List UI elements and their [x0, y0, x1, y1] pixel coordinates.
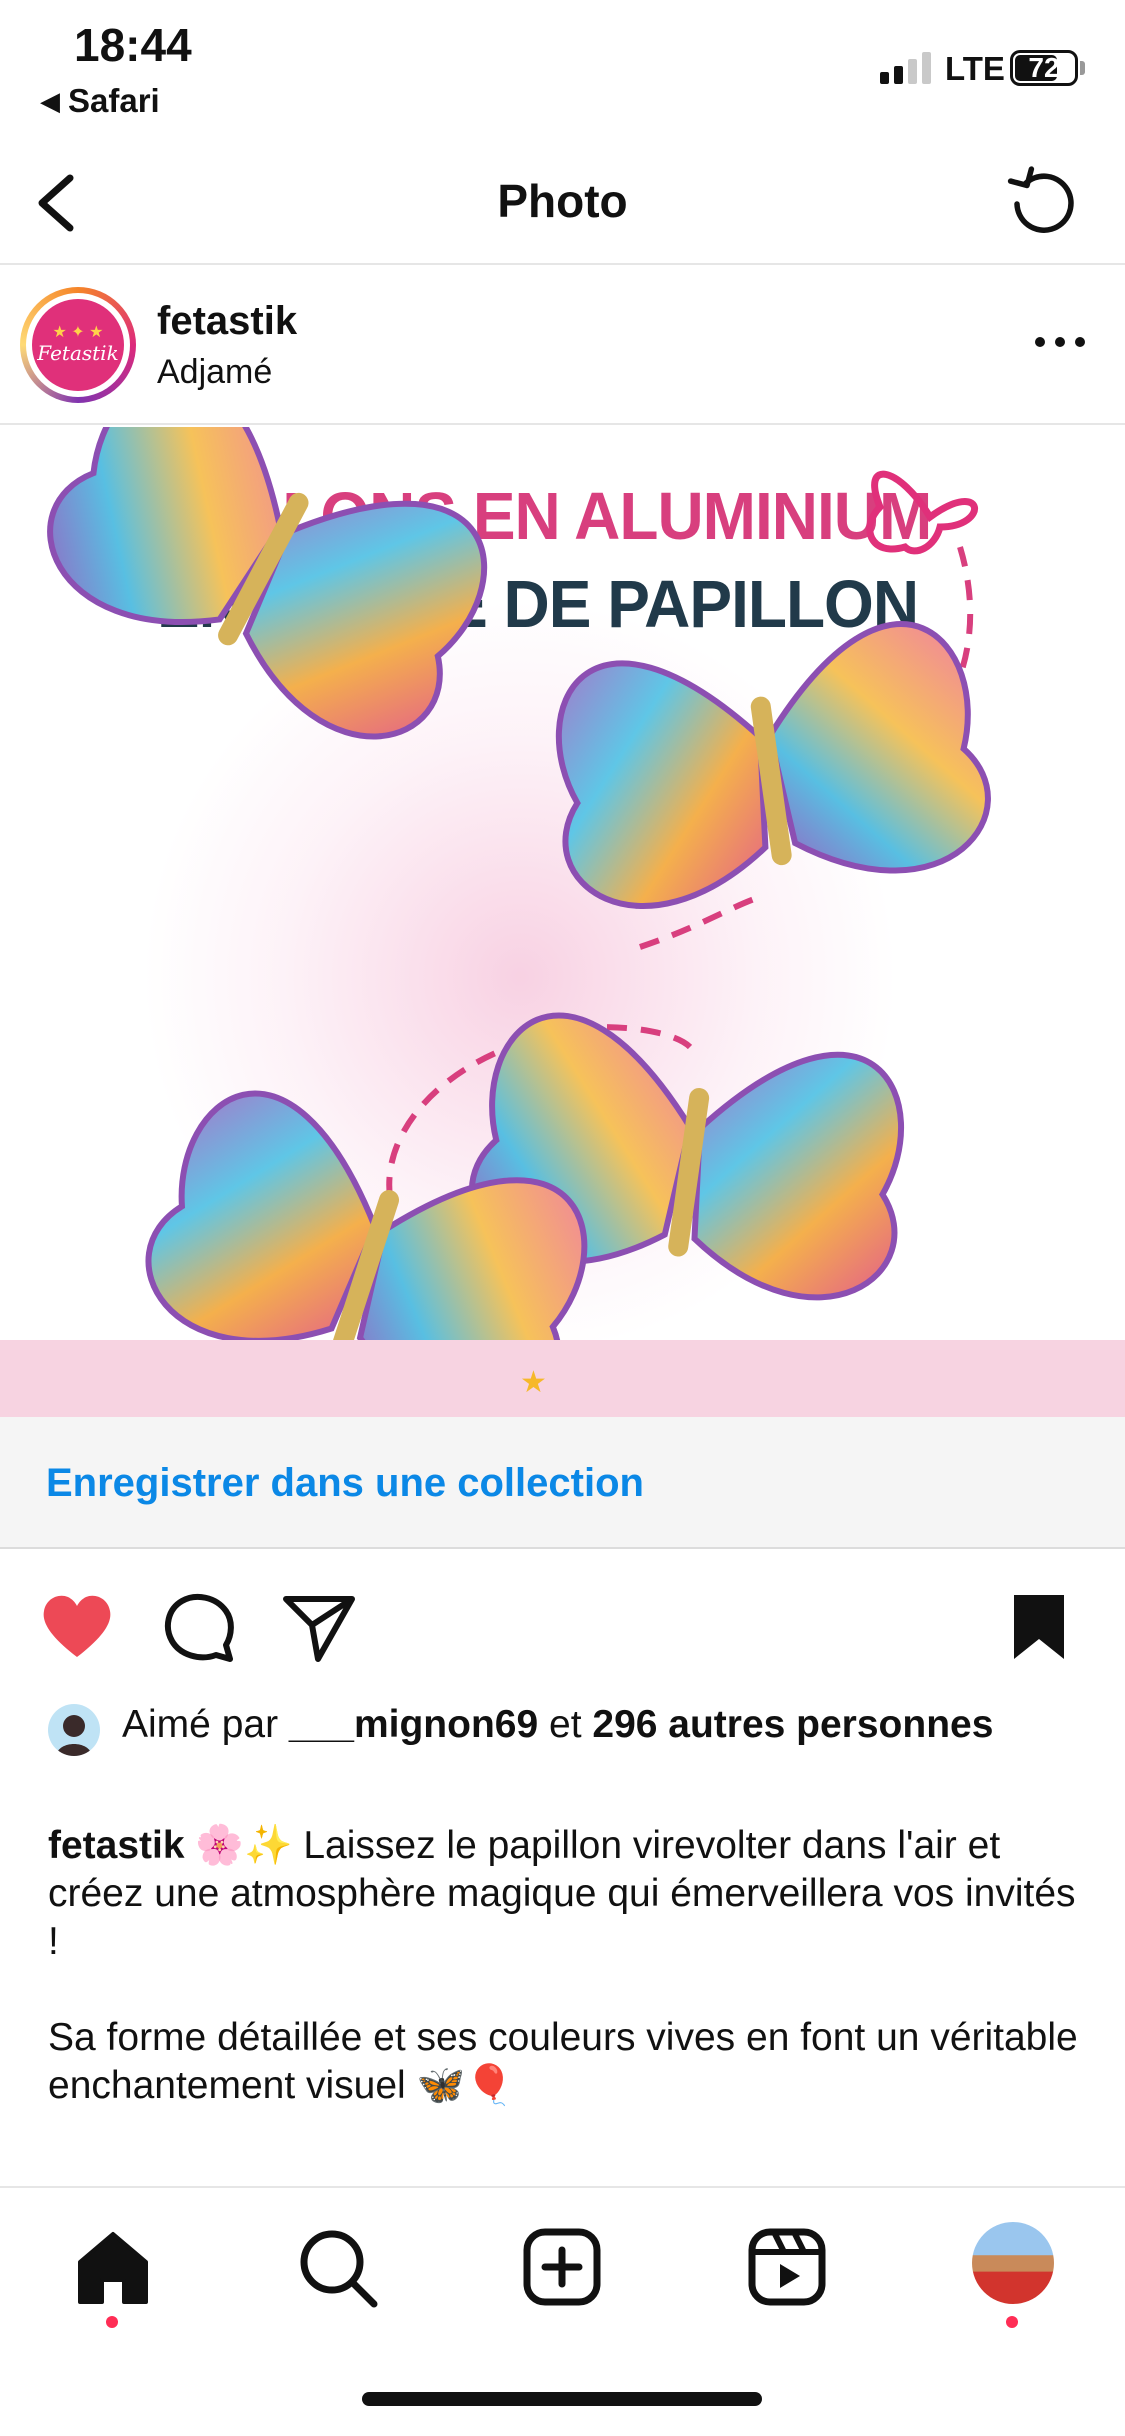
- caption-username[interactable]: fetastik: [48, 1824, 185, 1867]
- post-actions: [0, 1551, 1125, 1691]
- comment-icon[interactable]: [160, 1589, 238, 1667]
- likes-middle: et: [538, 1703, 593, 1746]
- liker-username[interactable]: ___mignon69: [289, 1703, 538, 1746]
- avatar[interactable]: ★ ✦ ★ Fetastik: [20, 287, 136, 403]
- home-icon[interactable]: [68, 2222, 158, 2312]
- post-username[interactable]: fetastik: [157, 299, 297, 344]
- collection-bar: Enregistrer dans une collection: [0, 1417, 1125, 1549]
- stars-icon: ★: [520, 1366, 547, 1399]
- profile-notification-dot: [1006, 2316, 1018, 2328]
- send-icon[interactable]: [280, 1589, 358, 1667]
- bookmark-filled-icon[interactable]: [1000, 1589, 1078, 1667]
- butterfly-balloon-2: [555, 621, 991, 909]
- nav-bar: Photo: [0, 140, 1125, 265]
- battery-cap: [1080, 61, 1085, 75]
- logo-stars-icon: ★ ✦ ★: [52, 324, 104, 341]
- caption-text-1: 🌸✨ Laissez le papillon virevolter dans l…: [48, 1824, 1076, 1963]
- post-header: ★ ✦ ★ Fetastik fetastik Adjamé: [0, 267, 1125, 425]
- post-image[interactable]: BALLONS EN ALUMINIUM EN FORME DE PAPILLO…: [0, 427, 1125, 1417]
- battery-icon: 72: [1010, 50, 1078, 86]
- back-app-label: Safari: [68, 82, 160, 119]
- create-icon[interactable]: [517, 2222, 607, 2312]
- page-title: Photo: [497, 175, 628, 227]
- butterfly-illustration: [47, 427, 991, 1417]
- signal-icon: [880, 50, 931, 84]
- post-location[interactable]: Adjamé: [157, 353, 272, 392]
- post-caption: fetastik 🌸✨ Laissez le papillon virevolt…: [48, 1822, 1088, 2158]
- caption-text-2: Sa forme détaillée et ses couleurs vives…: [48, 2016, 1078, 2107]
- image-bottom-band: [0, 1340, 1125, 1417]
- brand-logo: ★ ✦ ★ Fetastik: [32, 299, 124, 391]
- back-triangle-icon: ◀: [40, 85, 60, 116]
- battery-level: 72: [1028, 52, 1060, 83]
- profile-avatar[interactable]: [972, 2222, 1054, 2304]
- refresh-icon[interactable]: [1005, 162, 1081, 238]
- back-to-app-link[interactable]: ◀ Safari: [40, 82, 160, 120]
- logo-text: Fetastik: [37, 341, 119, 365]
- butterfly-balloon-1: [47, 427, 488, 740]
- home-notification-dot: [106, 2316, 118, 2328]
- more-horizontal-icon[interactable]: [1030, 327, 1090, 357]
- likes-count[interactable]: 296 autres personnes: [592, 1703, 993, 1746]
- status-bar: 18:44 ◀ Safari LTE 72: [0, 0, 1125, 140]
- network-label: LTE: [945, 50, 1005, 87]
- home-indicator: [362, 2392, 762, 2406]
- butterfly-outline-icon: [866, 470, 978, 555]
- save-to-collection-link[interactable]: Enregistrer dans une collection: [46, 1461, 644, 1506]
- likes-summary[interactable]: Aimé par ___mignon69 et 296 autres perso…: [48, 1700, 1098, 1756]
- reels-icon[interactable]: [742, 2222, 832, 2312]
- likes-prefix: Aimé par: [122, 1703, 289, 1746]
- likes-text: Aimé par ___mignon69 et 296 autres perso…: [122, 1700, 1098, 1750]
- status-time: 18:44: [74, 19, 192, 71]
- search-icon[interactable]: [292, 2222, 382, 2312]
- liker-avatar: [48, 1704, 100, 1756]
- heart-filled-icon[interactable]: [38, 1589, 116, 1667]
